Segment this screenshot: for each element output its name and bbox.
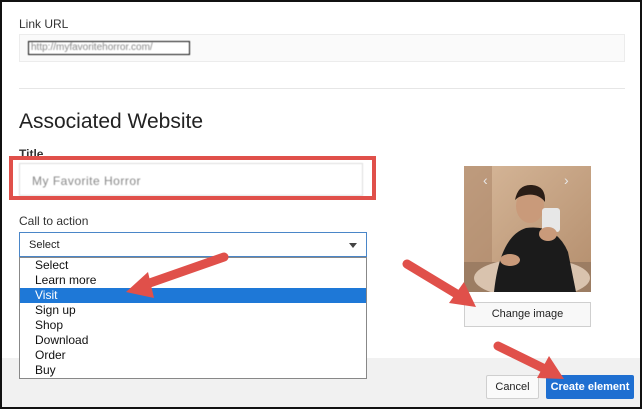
link-url-value: http://myfavoritehorror.com/ [28,41,190,55]
title-label: Title [19,147,44,161]
cta-option-buy[interactable]: Buy [20,363,366,378]
dialog-frame: Link URL http://myfavoritehorror.com/ As… [0,0,642,409]
section-divider [19,88,625,89]
title-input[interactable]: My Favorite Horror [19,163,363,196]
preview-image: ‹ › [464,166,591,292]
cancel-button[interactable]: Cancel [486,375,539,399]
link-url-field[interactable]: http://myfavoritehorror.com/ [19,34,625,62]
cta-option-shop[interactable]: Shop [20,318,366,333]
chevron-right-icon[interactable]: › [564,172,569,188]
cta-option-sign-up[interactable]: Sign up [20,303,366,318]
cta-dropdown-list: Select Learn more Visit Sign up Shop Dow… [19,257,367,379]
section-title: Associated Website [19,110,204,133]
cta-selected-value: Select [29,239,60,251]
create-element-button[interactable]: Create element [546,375,634,399]
link-url-label: Link URL [19,17,69,31]
cta-option-select[interactable]: Select [20,258,366,273]
cta-option-visit[interactable]: Visit [20,288,366,303]
cta-option-download[interactable]: Download [20,333,366,348]
cta-option-order[interactable]: Order [20,348,366,363]
change-image-button[interactable]: Change image [464,302,591,327]
cta-select[interactable]: Select [19,232,367,257]
cta-label: Call to action [19,214,89,228]
chevron-left-icon[interactable]: ‹ [483,172,488,188]
chevron-down-icon [349,243,357,248]
cta-option-learn-more[interactable]: Learn more [20,273,366,288]
